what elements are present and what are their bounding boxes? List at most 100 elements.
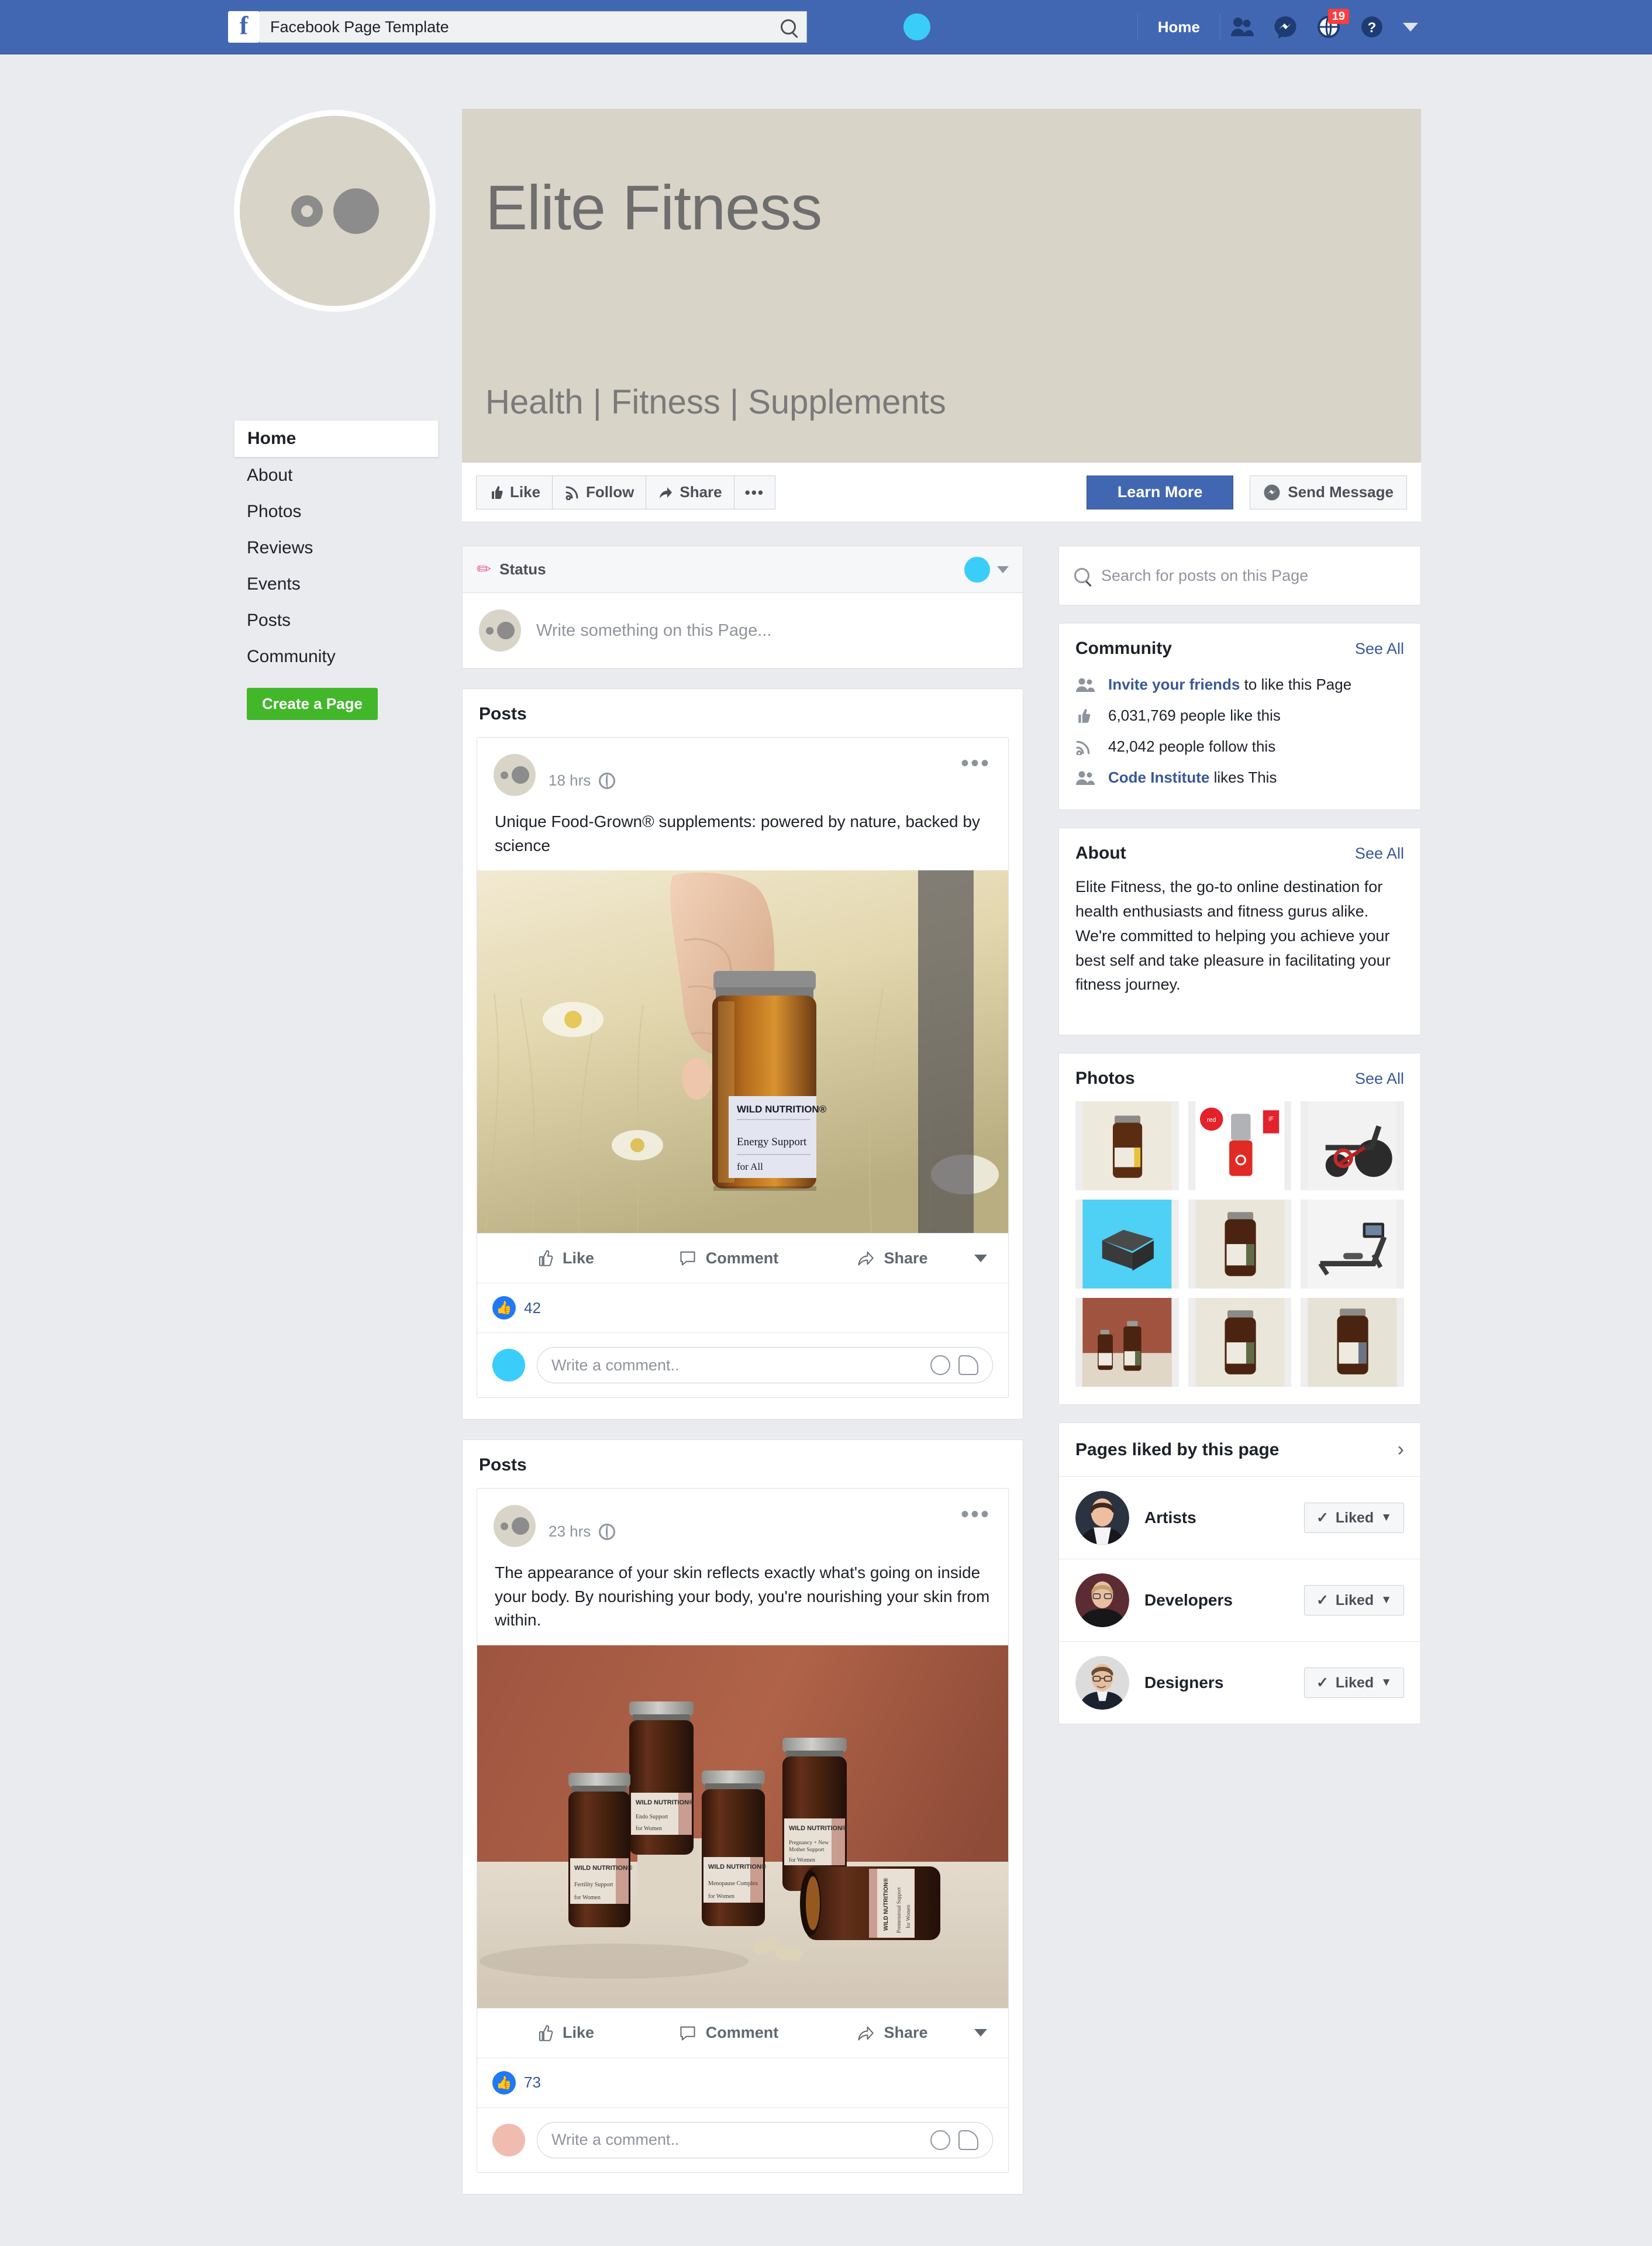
svg-text:Endo Support: Endo Support bbox=[636, 1814, 668, 1820]
post-share-button-2[interactable]: Share bbox=[811, 2024, 974, 2042]
sidebar-item-reviews[interactable]: Reviews bbox=[234, 530, 439, 566]
check-icon: ✓ bbox=[1316, 1675, 1329, 1692]
photo-thumb-2[interactable]: red iF bbox=[1188, 1101, 1292, 1191]
community-invite-row[interactable]: Invite your friends to like this Page bbox=[1075, 669, 1404, 700]
share-page-button[interactable]: Share bbox=[646, 475, 734, 509]
global-header: f Facebook Page Template Home 19 ? bbox=[0, 0, 1652, 54]
composer-input-row[interactable]: Write something on this Page... bbox=[463, 593, 1023, 668]
post-author-avatar[interactable] bbox=[494, 1505, 536, 1548]
community-liker-row[interactable]: Code Institute likes This bbox=[1075, 762, 1404, 793]
liked-button-designers[interactable]: ✓ Liked ▼ bbox=[1303, 1668, 1404, 1699]
post-like-button-1[interactable]: Like bbox=[483, 1249, 647, 1267]
help-icon[interactable]: ? bbox=[1350, 8, 1394, 46]
post-timestamp[interactable]: 18 hrs bbox=[549, 771, 591, 790]
post-image-1[interactable]: WILD NUTRITION® Energy Support for All bbox=[477, 870, 1008, 1234]
messenger-icon[interactable] bbox=[1264, 8, 1307, 46]
comment-input-2[interactable]: Write a comment.. bbox=[537, 2121, 993, 2158]
page-liker-link[interactable]: Code Institute bbox=[1108, 769, 1209, 786]
header-avatar[interactable] bbox=[903, 13, 930, 40]
post-author-avatar[interactable] bbox=[494, 754, 536, 796]
post-actions-caret-2[interactable] bbox=[974, 2029, 987, 2037]
follow-page-label: Follow bbox=[586, 483, 634, 501]
facebook-logo-icon[interactable]: f bbox=[228, 11, 260, 43]
page-profile-avatar[interactable] bbox=[234, 110, 436, 312]
main-feed-column: ✏ Status Write something on this Page...… bbox=[462, 546, 1023, 2214]
logo-dot-shape bbox=[511, 766, 529, 784]
composer-status-tab[interactable]: Status bbox=[499, 560, 546, 578]
svg-text:WILD NUTRITION®: WILD NUTRITION® bbox=[883, 1878, 889, 1931]
post-options-icon[interactable]: ••• bbox=[961, 752, 991, 775]
pages-liked-row-developers[interactable]: Developers ✓ Liked ▼ bbox=[1059, 1559, 1420, 1642]
sidebar-item-photos[interactable]: Photos bbox=[234, 494, 439, 530]
comment-input-1[interactable]: Write a comment.. bbox=[537, 1347, 993, 1384]
post-like-count-2[interactable]: 73 bbox=[524, 2073, 541, 2092]
photo-thumb-5[interactable] bbox=[1188, 1200, 1292, 1289]
photo-thumb-8[interactable] bbox=[1188, 1298, 1292, 1387]
global-search-input[interactable]: Facebook Page Template bbox=[260, 11, 807, 43]
header-home-link[interactable]: Home bbox=[1137, 13, 1220, 40]
composer-placeholder[interactable]: Write something on this Page... bbox=[536, 621, 771, 640]
post-timestamp[interactable]: 23 hrs bbox=[549, 1522, 591, 1541]
post-actions-caret-1[interactable] bbox=[974, 1254, 987, 1262]
sticker-icon-2[interactable] bbox=[958, 2130, 978, 2150]
pages-liked-name-artists: Artists bbox=[1144, 1508, 1196, 1527]
liked-button-developers[interactable]: ✓ Liked ▼ bbox=[1303, 1585, 1404, 1616]
learn-more-button[interactable]: Learn More bbox=[1086, 475, 1234, 509]
community-card: Community See All Invite your friends to… bbox=[1058, 623, 1421, 810]
sidebar-item-community[interactable]: Community bbox=[234, 639, 439, 675]
follow-page-button[interactable]: Follow bbox=[552, 475, 646, 509]
about-see-all[interactable]: See All bbox=[1355, 845, 1404, 863]
chevron-down-icon[interactable] bbox=[997, 566, 1009, 573]
send-message-button[interactable]: Send Message bbox=[1250, 475, 1407, 509]
svg-text:for All: for All bbox=[737, 1161, 763, 1172]
liked-button-artists[interactable]: ✓ Liked ▼ bbox=[1303, 1503, 1404, 1534]
post-header-2: 23 hrs ••• bbox=[477, 1489, 1008, 1548]
post-share-label-2: Share bbox=[884, 2024, 928, 2042]
post-comment-button-2[interactable]: Comment bbox=[647, 2024, 811, 2042]
about-title: About bbox=[1075, 843, 1126, 863]
post-options-icon[interactable]: ••• bbox=[961, 1503, 991, 1526]
page-more-options-button[interactable]: ••• bbox=[733, 475, 775, 509]
photo-thumb-6[interactable] bbox=[1301, 1200, 1404, 1289]
post-image-2[interactable]: WILD NUTRITION® Endo Support for Women W… bbox=[477, 1645, 1008, 2008]
posts-section-label-2: Posts bbox=[479, 1455, 527, 1475]
sticker-icon-1[interactable] bbox=[958, 1355, 978, 1376]
community-see-all[interactable]: See All bbox=[1355, 640, 1404, 658]
photo-thumb-1[interactable] bbox=[1075, 1101, 1179, 1191]
post-text-1: Unique Food-Grown® supplements: powered … bbox=[495, 812, 980, 855]
photo-thumb-4[interactable] bbox=[1075, 1200, 1179, 1289]
photo-thumb-3[interactable] bbox=[1301, 1101, 1404, 1191]
post-comment-button-1[interactable]: Comment bbox=[647, 1249, 811, 1267]
notifications-icon[interactable]: 19 bbox=[1307, 8, 1350, 46]
post-like-count-1[interactable]: 42 bbox=[524, 1299, 541, 1317]
sidebar-item-about[interactable]: About bbox=[234, 457, 439, 494]
post-like-button-2[interactable]: Like bbox=[483, 2024, 647, 2042]
pages-liked-row-artists[interactable]: Artists ✓ Liked ▼ bbox=[1059, 1477, 1420, 1560]
post-like-label-1: Like bbox=[562, 1249, 595, 1267]
chevron-right-icon[interactable]: › bbox=[1398, 1438, 1404, 1461]
sidebar-item-events[interactable]: Events bbox=[234, 566, 439, 602]
photo-thumb-9[interactable] bbox=[1301, 1298, 1404, 1387]
pages-liked-row-designers[interactable]: Designers ✓ Liked ▼ bbox=[1059, 1642, 1420, 1724]
about-header: About See All bbox=[1059, 828, 1420, 867]
emoji-icon-1[interactable] bbox=[930, 1355, 950, 1376]
sidebar-item-home[interactable]: Home bbox=[234, 420, 439, 457]
page-search-input[interactable]: Search for posts on this Page bbox=[1059, 546, 1420, 605]
post-share-button-1[interactable]: Share bbox=[811, 1249, 974, 1267]
composer-audience-avatar[interactable] bbox=[964, 556, 990, 583]
invite-friends-link[interactable]: Invite your friends bbox=[1108, 676, 1240, 693]
emoji-icon-2[interactable] bbox=[930, 2130, 950, 2150]
photo-thumb-7[interactable] bbox=[1075, 1298, 1179, 1387]
check-icon: ✓ bbox=[1316, 1592, 1329, 1609]
friend-requests-icon[interactable] bbox=[1220, 8, 1264, 46]
cover-photo[interactable]: Elite Fitness Health | Fitness | Supplem… bbox=[462, 109, 1421, 463]
sidebar-item-posts[interactable]: Posts bbox=[234, 602, 439, 639]
liked-label-developers: Liked bbox=[1335, 1592, 1374, 1608]
search-icon[interactable] bbox=[781, 19, 796, 35]
account-caret-icon[interactable] bbox=[1403, 22, 1418, 32]
photos-see-all[interactable]: See All bbox=[1355, 1070, 1404, 1088]
chevron-down-icon: ▼ bbox=[1381, 1511, 1392, 1524]
like-page-button[interactable]: Like bbox=[476, 475, 553, 509]
create-a-page-button[interactable]: Create a Page bbox=[247, 688, 378, 720]
svg-text:WILD NUTRITION®: WILD NUTRITION® bbox=[574, 1865, 632, 1872]
